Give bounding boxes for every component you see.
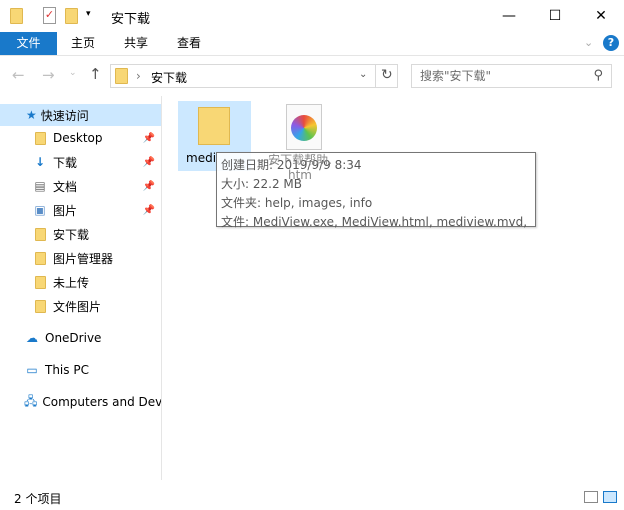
nav-quick-access[interactable]: ★ 快速访问 xyxy=(0,104,161,126)
ribbon: 文件 主页 共享 查看 ⌄ ? xyxy=(0,32,624,56)
folder-icon xyxy=(115,68,128,84)
file-item-htm[interactable]: 安下载帮助.htm xyxy=(262,101,338,185)
folder-icon xyxy=(32,299,48,313)
search-icon: ⚲ xyxy=(593,68,603,83)
network-icon: 🖧 xyxy=(24,393,38,408)
nav-item[interactable]: 安下载 xyxy=(0,223,161,245)
recent-locations-button[interactable]: ⌄ xyxy=(69,68,77,78)
nav-item[interactable]: Desktop 📌 xyxy=(0,127,161,149)
nav-item[interactable]: 图片管理器 xyxy=(0,247,161,269)
large-icons-view-button[interactable] xyxy=(603,491,617,503)
nav-label: 安下载 xyxy=(53,227,90,242)
nav-item[interactable]: ▣ 图片 📌 xyxy=(0,199,161,221)
tab-view[interactable]: 查看 xyxy=(163,32,215,55)
star-icon: ★ xyxy=(26,108,37,122)
back-button[interactable]: ← xyxy=(12,66,25,84)
divider xyxy=(375,64,376,88)
pin-icon[interactable]: 📌 xyxy=(143,133,155,144)
minimize-button[interactable]: — xyxy=(486,0,532,32)
nav-label: 图片 xyxy=(53,203,78,218)
tab-share[interactable]: 共享 xyxy=(110,32,162,55)
folder-icon xyxy=(198,107,230,145)
address-bar[interactable]: › 安下载 ⌄ ↻ xyxy=(110,64,398,88)
folder-icon xyxy=(32,131,48,145)
properties-icon[interactable]: ✓ xyxy=(43,7,56,24)
refresh-icon[interactable]: ↻ xyxy=(381,67,393,83)
document-icon: ▤ xyxy=(34,179,46,193)
file-name: medi xyxy=(186,151,217,165)
nav-label: Desktop xyxy=(53,131,103,145)
cloud-icon: ☁ xyxy=(26,331,38,345)
nav-network[interactable]: 🖧 Computers and Dev xyxy=(0,391,161,413)
title-bar: ✓ ▾ 安下载 — ☐ ✕ xyxy=(0,0,624,32)
tooltip-files: 文件: MediView.exe, MediView.html, medivie… xyxy=(221,215,531,229)
folder-icon xyxy=(32,227,48,241)
nav-item[interactable]: 文件图片 xyxy=(0,295,161,317)
nav-label: 快速访问 xyxy=(40,108,89,123)
nav-label: Computers and Dev xyxy=(42,395,161,409)
nav-label: 文档 xyxy=(53,179,78,194)
nav-label: This PC xyxy=(45,363,89,377)
nav-this-pc[interactable]: ▭ This PC xyxy=(0,359,161,381)
new-folder-icon[interactable] xyxy=(65,8,78,24)
nav-onedrive[interactable]: ☁ OneDrive xyxy=(0,327,161,349)
nav-label: 未上传 xyxy=(53,275,90,290)
breadcrumb-current[interactable]: 安下载 xyxy=(151,69,187,86)
nav-label: 文件图片 xyxy=(53,299,102,314)
address-dropdown-icon[interactable]: ⌄ xyxy=(359,69,367,80)
status-item-count: 2 个项目 xyxy=(14,492,62,506)
file-name: 安下载帮助.htm xyxy=(268,153,332,182)
window-title: 安下载 xyxy=(111,12,151,27)
tab-file[interactable]: 文件 xyxy=(0,32,57,55)
pin-icon[interactable]: 📌 xyxy=(143,181,155,192)
folder-icon xyxy=(32,275,48,289)
nav-item[interactable]: 未上传 xyxy=(0,271,161,293)
up-button[interactable]: ↑ xyxy=(89,65,102,83)
tooltip-folders: 文件夹: help, images, info xyxy=(221,196,373,210)
breadcrumb-separator: › xyxy=(136,69,141,83)
navigation-pane: ★ 快速访问 ☁ OneDrive ▭ This PC 🖧 Computers … xyxy=(0,96,162,480)
search-input[interactable]: 搜索"安下载" ⚲ xyxy=(411,64,612,88)
computer-icon: ▭ xyxy=(26,363,38,377)
expand-ribbon-icon[interactable]: ⌄ xyxy=(584,36,593,49)
maximize-button[interactable]: ☐ xyxy=(532,0,578,32)
details-view-button[interactable] xyxy=(584,491,598,503)
nav-label: OneDrive xyxy=(45,331,102,345)
search-placeholder: 搜索"安下载" xyxy=(420,69,492,83)
download-icon: ↓ xyxy=(34,155,46,169)
customize-toolbar-icon[interactable]: ▾ xyxy=(86,9,91,19)
nav-label: 图片管理器 xyxy=(53,251,114,266)
pin-icon[interactable]: 📌 xyxy=(143,205,155,216)
nav-item[interactable]: ↓ 下载 📌 xyxy=(0,151,161,173)
close-button[interactable]: ✕ xyxy=(578,0,624,32)
htm-file-icon xyxy=(286,104,322,150)
help-icon[interactable]: ? xyxy=(603,35,619,51)
tab-home[interactable]: 主页 xyxy=(57,32,109,55)
folder-icon xyxy=(10,8,23,24)
nav-item[interactable]: ▤ 文档 📌 xyxy=(0,175,161,197)
pin-icon[interactable]: 📌 xyxy=(143,157,155,168)
forward-button[interactable]: → xyxy=(42,66,55,84)
folder-icon xyxy=(32,251,48,265)
picture-icon: ▣ xyxy=(34,203,46,217)
nav-label: 下载 xyxy=(53,155,78,170)
